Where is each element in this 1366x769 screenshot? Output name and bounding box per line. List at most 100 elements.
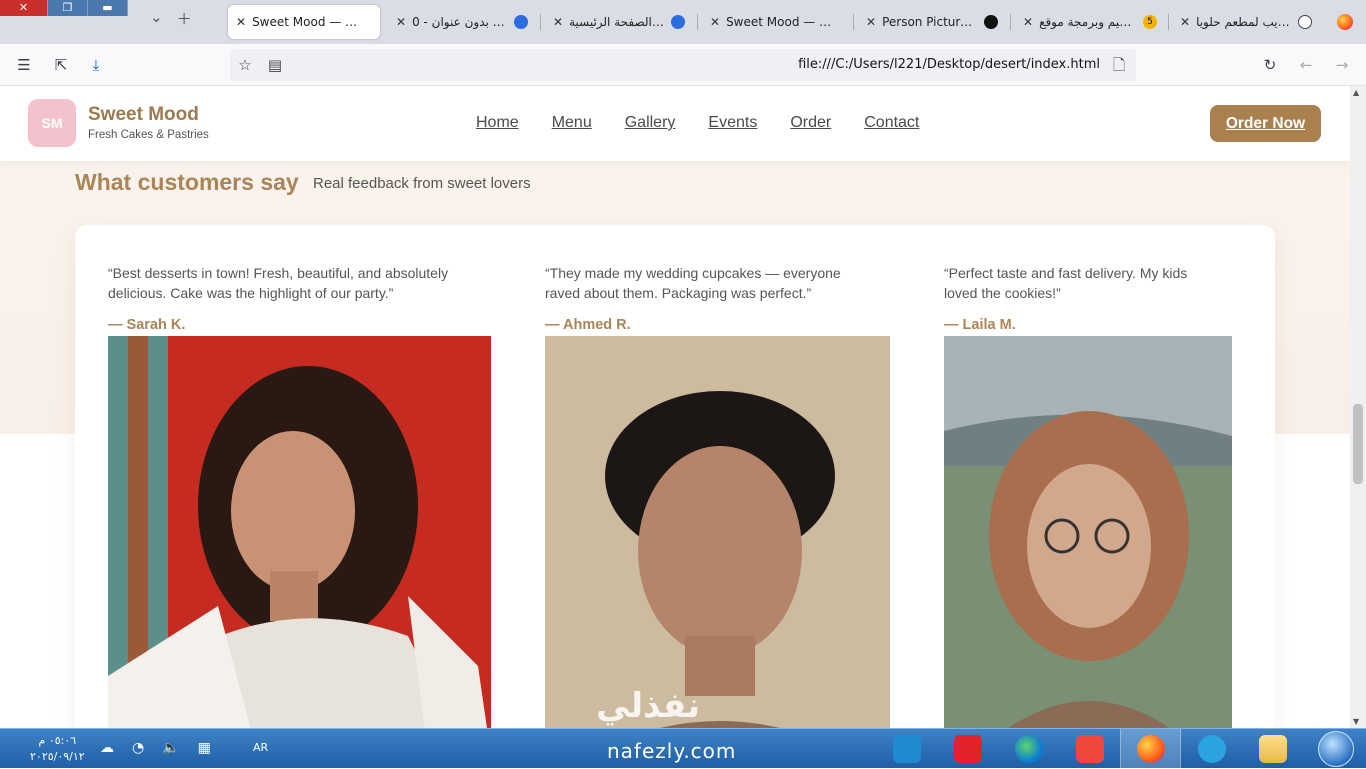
firefox-icon (1136, 735, 1165, 763)
forward-icon[interactable]: → (1331, 54, 1353, 76)
brand-name: Sweet Mood (88, 104, 199, 125)
scroll-down-icon[interactable]: ▼ (1353, 717, 1359, 726)
tab-design-project[interactable]: ✕ تصميم وبرمجة موقع 5 (1015, 5, 1165, 39)
nav-menu[interactable]: Menu (552, 114, 592, 132)
language-indicator[interactable]: AR (253, 741, 268, 754)
nav-contact[interactable]: Contact (864, 114, 919, 132)
window-minimize-button[interactable]: ▬ (88, 0, 128, 16)
url-bar[interactable]: ☆ ▤ file:///C:/Users/l221/Desktop/desert… (230, 49, 1136, 81)
tab-close-icon[interactable]: ✕ (396, 15, 406, 29)
canva-icon (514, 15, 528, 29)
nav-events[interactable]: Events (708, 114, 757, 132)
volume-icon[interactable]: 🔈 (162, 740, 179, 756)
tab-close-icon[interactable]: ✕ (553, 15, 563, 29)
nav-home[interactable]: Home (476, 114, 519, 132)
tab-label: تصميم وبرمجة موقع (1039, 15, 1137, 29)
bookmark-star-icon[interactable]: ☆ (234, 54, 256, 76)
hamburger-menu-icon[interactable]: ☰ (13, 54, 35, 76)
order-now-button[interactable]: Order Now (1210, 105, 1321, 142)
taskbar-app-edge[interactable] (998, 729, 1059, 769)
scrollbar-thumb[interactable] (1353, 404, 1363, 484)
site-header: SM Sweet Mood Fresh Cakes & Pastries Hom… (0, 86, 1350, 161)
section-subtitle: Real feedback from sweet lovers (313, 175, 531, 192)
window-restore-button[interactable]: ❐ (48, 0, 88, 16)
nav-gallery[interactable]: Gallery (625, 114, 676, 132)
tab-person-pictures[interactable]: ✕ Person Pictures [H (858, 5, 1006, 39)
testimonials-panel: “Best desserts in town! Fresh, beautiful… (75, 225, 1275, 728)
taskbar-app-wps[interactable] (937, 729, 998, 769)
page-scrollbar[interactable]: ▲ ▼ (1350, 86, 1366, 728)
testimonial-author: — Sarah K. (108, 317, 186, 333)
tab-badge: 5 (1143, 15, 1157, 29)
taskbar-app-firefox[interactable] (1120, 729, 1181, 769)
url-text[interactable]: file:///C:/Users/l221/Desktop/desert/ind… (798, 57, 1100, 72)
testimonial-quote: “Perfect taste and fast delivery. My kid… (944, 265, 1188, 301)
testimonial-author: — Laila M. (944, 317, 1016, 333)
tab-label: Person Pictures [H (882, 15, 978, 29)
tab-sweet-mood[interactable]: ✕ Sweet Mood — Desse (702, 5, 850, 39)
clock-date: ٢٠٢٥/٠٩/١٢ (30, 750, 85, 763)
scroll-up-icon[interactable]: ▲ (1353, 88, 1359, 97)
download-icon[interactable]: ⤓ (85, 54, 107, 76)
edge-icon (1014, 735, 1043, 763)
tab-close-icon[interactable]: ✕ (236, 15, 246, 29)
clock-time: ٠٥:٠٦ م (38, 734, 77, 747)
anydesk-icon (1075, 735, 1104, 763)
file-explorer-icon (1258, 735, 1287, 763)
taskbar-app-anydesk[interactable] (1059, 729, 1120, 769)
tab-chatgpt[interactable]: ✕ موقع ويب لمطعم حلويا (1172, 5, 1320, 39)
page-info-icon[interactable]: 🗋 (1108, 54, 1130, 76)
taskbar-clock[interactable]: ٠٥:٠٦ م ٢٠٢٥/٠٩/١٢ (30, 733, 85, 765)
tab-label: تصميم بدون عنوان - 0 (412, 15, 508, 29)
tab-label: موقع ويب لمطعم حلويا (1196, 15, 1292, 29)
taskbar-app-vscode[interactable] (876, 729, 937, 769)
tab-close-icon[interactable]: ✕ (1180, 15, 1190, 29)
unsplash-icon (984, 15, 998, 29)
loading-icon[interactable]: ◔ (132, 740, 144, 756)
tab-label: الصفحة الرئيسية - va (569, 15, 665, 29)
browser-tab-strip: ✕ ❐ ▬ ⌄ ＋ ✕ Sweet Mood — Desse ✕ تصميم ب… (0, 0, 1366, 44)
list-all-tabs-icon[interactable]: ⌄ (150, 8, 163, 29)
tab-tools: ⌄ ＋ (150, 8, 192, 29)
window-close-button[interactable]: ✕ (0, 0, 48, 16)
page-viewport: SM Sweet Mood Fresh Cakes & Pastries Hom… (0, 86, 1350, 728)
tab-close-icon[interactable]: ✕ (710, 15, 720, 29)
section-title: What customers say (75, 169, 299, 195)
telegram-icon (1197, 735, 1226, 763)
watermark-arabic: نفذلي (596, 686, 701, 726)
taskbar-app-telegram[interactable] (1181, 729, 1242, 769)
watermark: نفذلي (596, 686, 700, 726)
testimonial-author: — Ahmed R. (545, 317, 631, 333)
canva-icon (671, 15, 685, 29)
customer-photo (108, 336, 491, 728)
system-tray: ☁ ◔ 🔈 ▦ (100, 740, 211, 756)
logo[interactable]: SM (28, 99, 76, 147)
tab-canva-untitled[interactable]: ✕ تصميم بدون عنوان - 0 (388, 5, 536, 39)
firefox-menu-icon[interactable] (1337, 14, 1353, 30)
back-icon[interactable]: ← (1295, 54, 1317, 76)
network-icon[interactable]: ▦ (198, 740, 211, 756)
testimonial-quote: “They made my wedding cupcakes — everyon… (545, 265, 841, 301)
taskbar-app-explorer[interactable] (1242, 729, 1303, 769)
tab-close-icon[interactable]: ✕ (1023, 15, 1033, 29)
windows-taskbar: ٠٥:٠٦ م ٢٠٢٥/٠٩/١٢ ☁ ◔ 🔈 ▦ AR nafezly.co… (0, 728, 1366, 769)
testimonial-quote: “Best desserts in town! Fresh, beautiful… (108, 265, 449, 301)
tab-label: Sweet Mood — Desse (252, 15, 362, 29)
browser-navigation-bar: ☰ ⇱ ⤓ ☆ ▤ file:///C:/Users/l221/Desktop/… (0, 44, 1366, 86)
onedrive-icon[interactable]: ☁ (100, 740, 114, 756)
start-button[interactable] (1318, 731, 1354, 767)
tab-sweet-mood-active[interactable]: ✕ Sweet Mood — Desse (228, 5, 380, 39)
tab-canva-home[interactable]: ✕ الصفحة الرئيسية - va (545, 5, 693, 39)
site-nav: Home Menu Gallery Events Order Contact (476, 114, 919, 132)
extensions-icon[interactable]: ⇱ (50, 54, 72, 76)
window-controls: ✕ ❐ ▬ (0, 0, 128, 16)
customer-photo (944, 336, 1232, 728)
new-tab-icon[interactable]: ＋ (177, 8, 192, 29)
nav-order[interactable]: Order (790, 114, 831, 132)
reload-icon[interactable]: ↻ (1259, 54, 1281, 76)
tab-close-icon[interactable]: ✕ (866, 15, 876, 29)
reader-view-icon[interactable]: ▤ (264, 54, 286, 76)
watermark-latin: nafezly.com (607, 739, 737, 763)
vscode-icon (892, 735, 921, 763)
wps-icon (953, 735, 982, 763)
